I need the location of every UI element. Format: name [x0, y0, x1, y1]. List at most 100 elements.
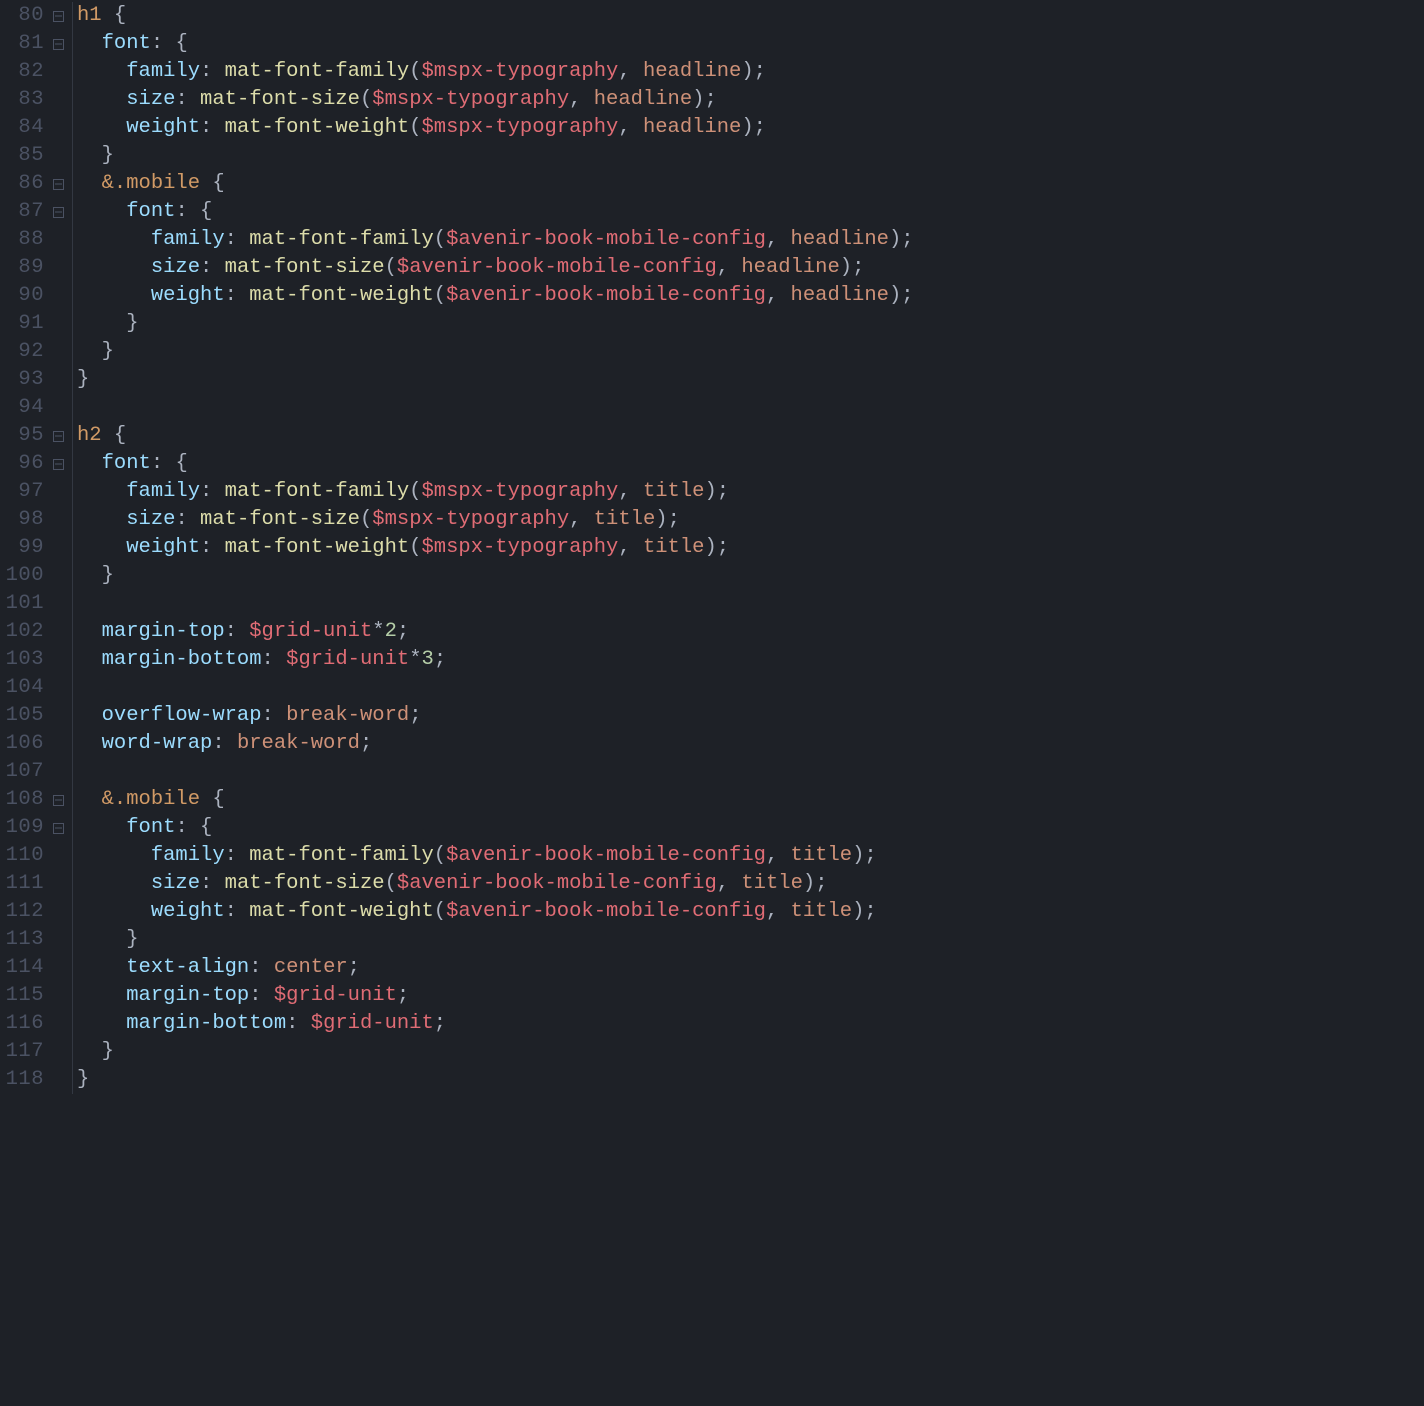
code-line[interactable]: } [77, 1038, 1424, 1066]
fold-collapse-icon[interactable] [53, 459, 64, 470]
token-prop: text-align [126, 956, 249, 979]
fold-collapse-icon[interactable] [53, 39, 64, 50]
gutter-row: 95 [0, 422, 66, 450]
code-line[interactable]: family: mat-font-family($mspx-typography… [77, 478, 1424, 506]
code-line[interactable]: font: { [77, 30, 1424, 58]
fold-slot [50, 1072, 66, 1088]
token-func: mat-font-weight [225, 536, 410, 559]
code-line[interactable]: margin-bottom: $grid-unit; [77, 1010, 1424, 1038]
token-prop: margin-top [102, 620, 225, 643]
token-op: , [766, 228, 791, 251]
code-line[interactable]: } [77, 366, 1424, 394]
token-brace: ) [889, 284, 901, 307]
code-line[interactable]: } [77, 1066, 1424, 1094]
token-var: $grid-unit [311, 1012, 434, 1035]
code-line[interactable]: family: mat-font-family($avenir-book-mob… [77, 842, 1424, 870]
token-prop: weight [126, 536, 200, 559]
code-line[interactable]: weight: mat-font-weight($avenir-book-mob… [77, 898, 1424, 926]
token-func: mat-font-weight [249, 284, 434, 307]
token-prop: family [126, 480, 200, 503]
code-line[interactable]: font: { [77, 198, 1424, 226]
token-op: ; [409, 704, 421, 727]
fold-collapse-icon[interactable] [53, 823, 64, 834]
token-class: .mobile [114, 788, 200, 811]
token-op: , [717, 872, 742, 895]
fold-collapse-icon[interactable] [53, 11, 64, 22]
token-var: $avenir-book-mobile-config [397, 256, 717, 279]
code-line[interactable]: weight: mat-font-weight($mspx-typography… [77, 114, 1424, 142]
code-editor[interactable]: 8081828384858687888990919293949596979899… [0, 0, 1424, 1094]
token-op: ; [434, 1012, 446, 1035]
code-line[interactable] [77, 590, 1424, 618]
token-op: : [225, 620, 250, 643]
code-line[interactable]: overflow-wrap: break-word; [77, 702, 1424, 730]
token-brace: { [114, 4, 126, 27]
token-var: $mspx-typography [421, 480, 618, 503]
code-line[interactable]: size: mat-font-size($mspx-typography, he… [77, 86, 1424, 114]
token-prop: margin-bottom [126, 1012, 286, 1035]
code-line[interactable]: } [77, 926, 1424, 954]
fold-slot [50, 8, 66, 24]
code-line[interactable]: margin-top: $grid-unit*2; [77, 618, 1424, 646]
gutter-row: 84 [0, 114, 66, 142]
token-brace: } [126, 312, 138, 335]
code-line[interactable]: } [77, 142, 1424, 170]
fold-collapse-icon[interactable] [53, 207, 64, 218]
gutter-row: 94 [0, 394, 66, 422]
code-line[interactable]: h2 { [77, 422, 1424, 450]
code-line[interactable]: weight: mat-font-weight($mspx-typography… [77, 534, 1424, 562]
token-func: mat-font-weight [249, 900, 434, 923]
code-line[interactable]: text-align: center; [77, 954, 1424, 982]
token-op: ; [901, 228, 913, 251]
code-line[interactable] [77, 394, 1424, 422]
token-op: * [372, 620, 384, 643]
code-line[interactable]: margin-bottom: $grid-unit*3; [77, 646, 1424, 674]
code-line[interactable]: size: mat-font-size($avenir-book-mobile-… [77, 870, 1424, 898]
line-number: 80 [0, 2, 50, 30]
code-line[interactable]: h1 { [77, 2, 1424, 30]
token-op: : [200, 256, 225, 279]
code-line[interactable]: font: { [77, 450, 1424, 478]
token-var: $mspx-typography [372, 88, 569, 111]
token-prop: font [126, 200, 175, 223]
fold-collapse-icon[interactable] [53, 179, 64, 190]
line-number: 106 [0, 730, 50, 758]
code-line[interactable]: word-wrap: break-word; [77, 730, 1424, 758]
code-line[interactable]: weight: mat-font-weight($avenir-book-mob… [77, 282, 1424, 310]
fold-collapse-icon[interactable] [53, 431, 64, 442]
code-line[interactable] [77, 674, 1424, 702]
code-line[interactable]: } [77, 310, 1424, 338]
token-var: $avenir-book-mobile-config [446, 900, 766, 923]
code-line[interactable]: margin-top: $grid-unit; [77, 982, 1424, 1010]
code-line[interactable]: size: mat-font-size($avenir-book-mobile-… [77, 254, 1424, 282]
token-op: ; [864, 844, 876, 867]
fold-collapse-icon[interactable] [53, 795, 64, 806]
token-prop: size [126, 508, 175, 531]
token-brace: } [102, 1040, 114, 1063]
code-line[interactable]: } [77, 338, 1424, 366]
fold-slot [50, 680, 66, 696]
code-line[interactable] [77, 758, 1424, 786]
token-val: headline [791, 228, 889, 251]
fold-slot [50, 372, 66, 388]
token-op: ; [901, 284, 913, 307]
code-line[interactable]: font: { [77, 814, 1424, 842]
line-number: 93 [0, 366, 50, 394]
gutter-row: 99 [0, 534, 66, 562]
fold-slot [50, 820, 66, 836]
token-op: : [200, 60, 225, 83]
gutter-row: 101 [0, 590, 66, 618]
code-line[interactable]: &.mobile { [77, 170, 1424, 198]
token-func: mat-font-family [249, 844, 434, 867]
token-brace: { [212, 788, 224, 811]
fold-slot [50, 64, 66, 80]
fold-slot [50, 400, 66, 416]
code-area[interactable]: h1 { font: { family: mat-font-family($ms… [72, 2, 1424, 1094]
code-line[interactable]: family: mat-font-family($avenir-book-mob… [77, 226, 1424, 254]
code-line[interactable]: family: mat-font-family($mspx-typography… [77, 58, 1424, 86]
code-line[interactable]: size: mat-font-size($mspx-typography, ti… [77, 506, 1424, 534]
code-line[interactable]: &.mobile { [77, 786, 1424, 814]
token-brace: } [102, 340, 114, 363]
token-brace: ( [434, 900, 446, 923]
code-line[interactable]: } [77, 562, 1424, 590]
